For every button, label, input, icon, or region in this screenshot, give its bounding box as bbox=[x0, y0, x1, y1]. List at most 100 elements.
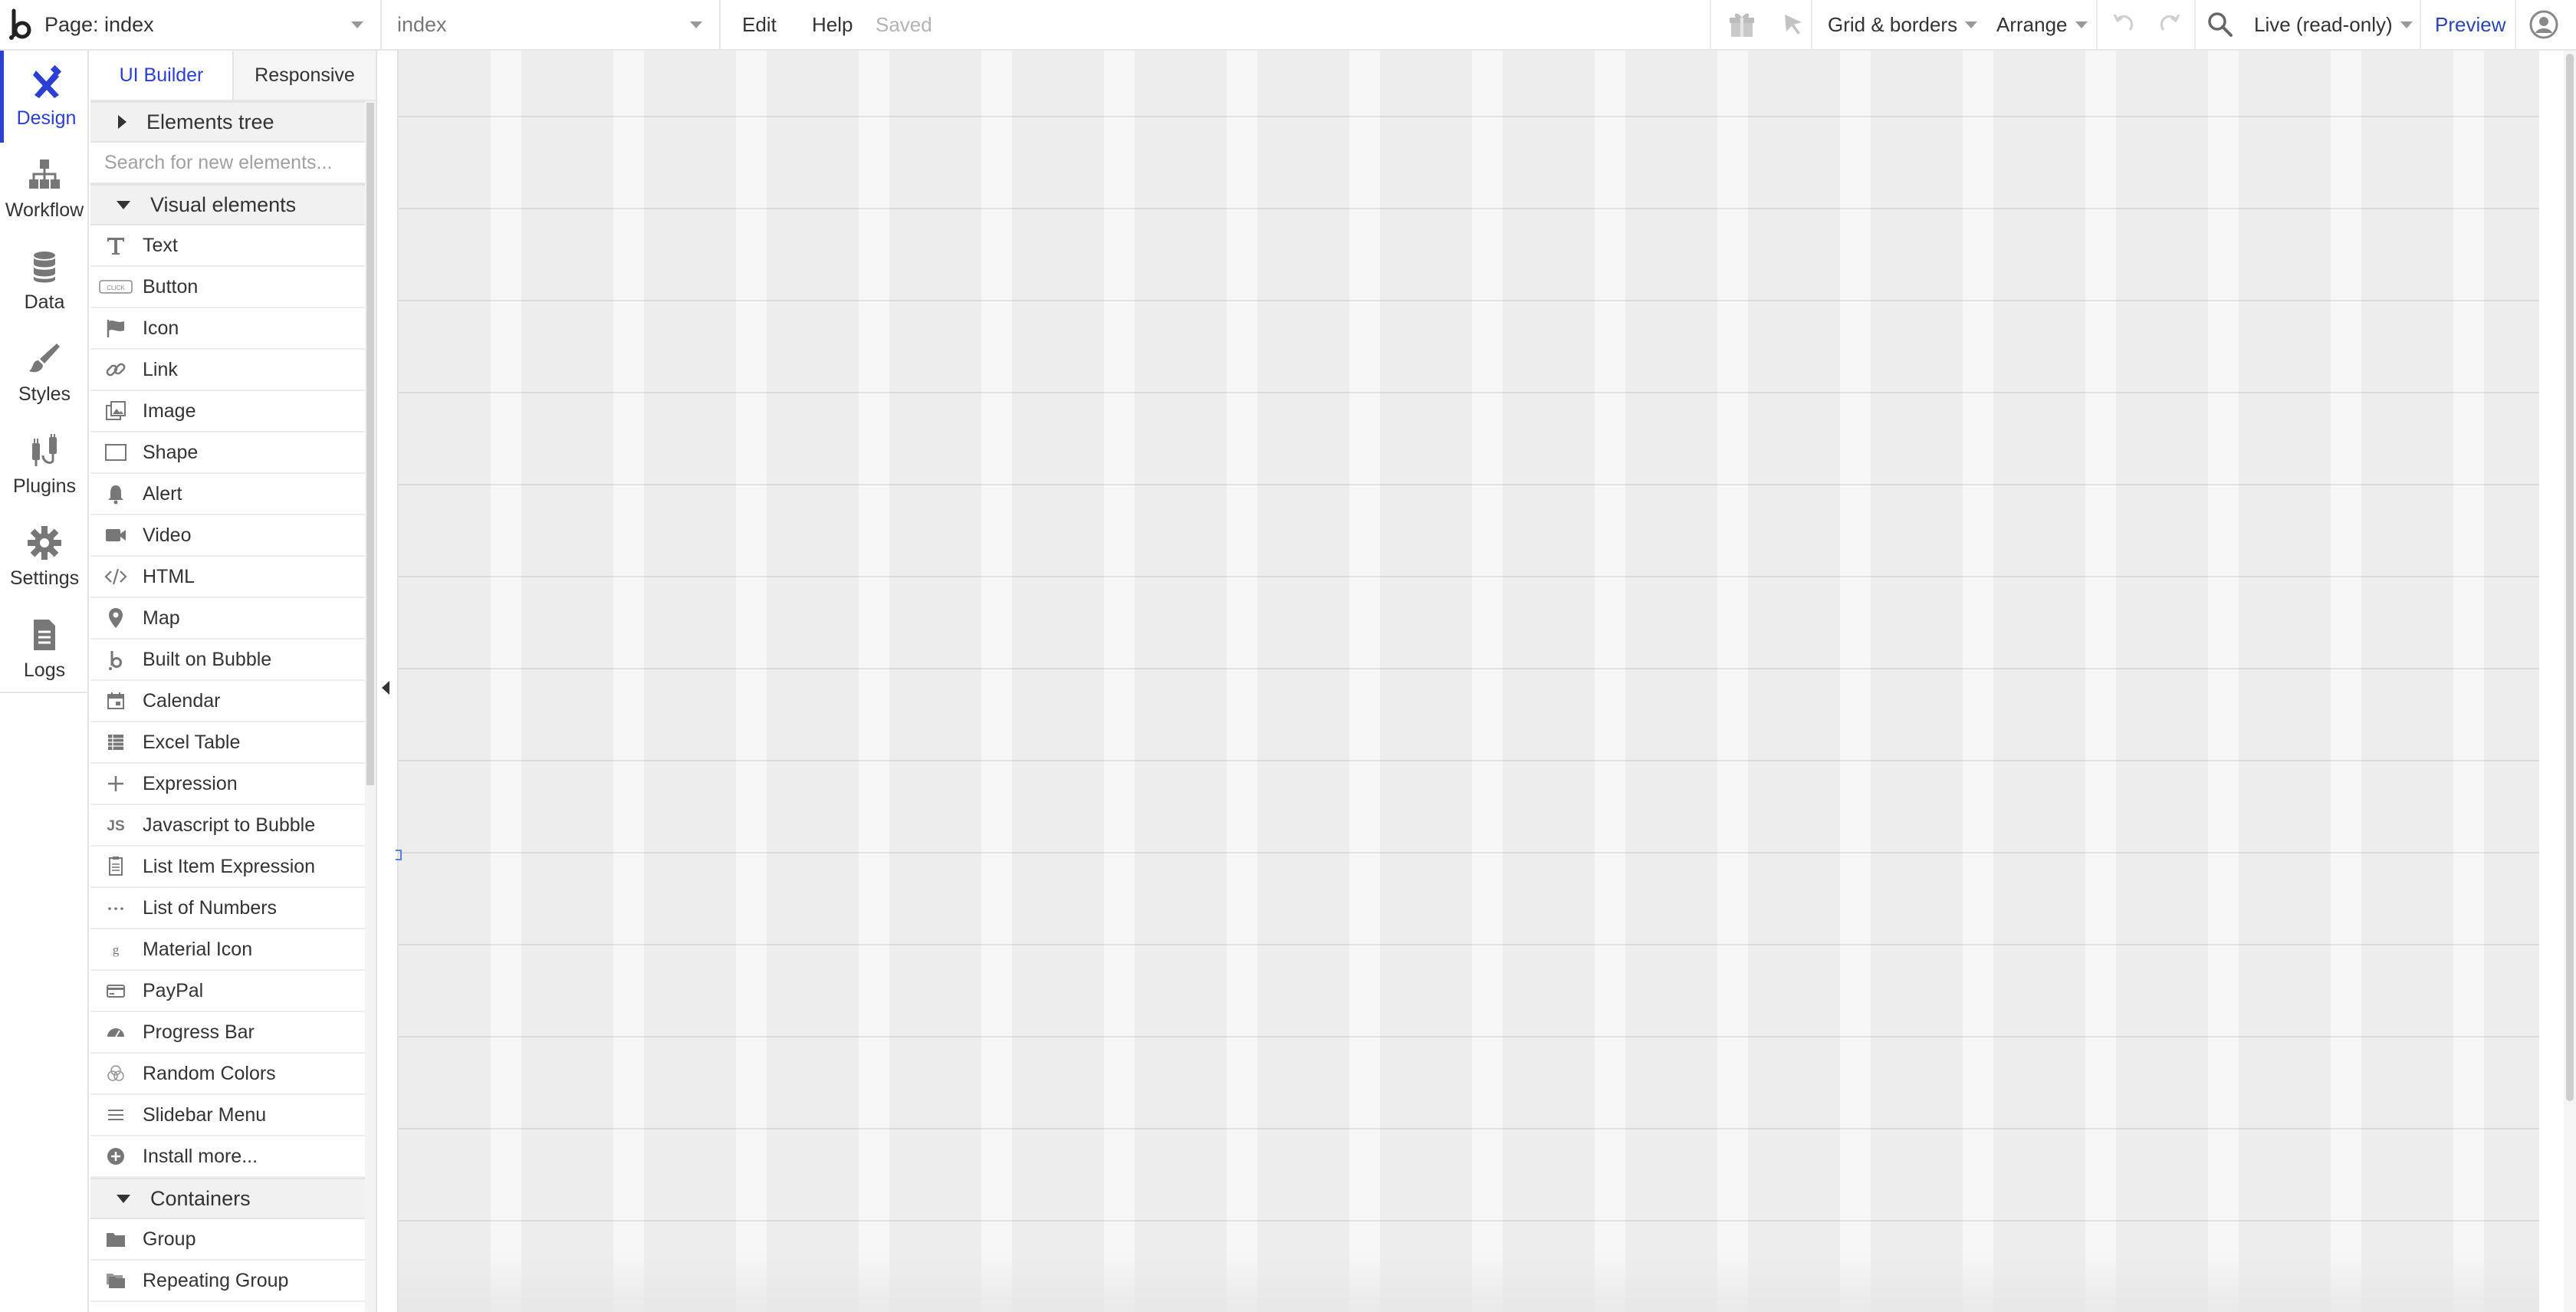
image-icon bbox=[90, 391, 141, 431]
live-mode-label: Live (read-only) bbox=[2254, 12, 2393, 36]
toolbar-divider bbox=[2515, 0, 2516, 49]
arrange-menu[interactable]: Arrange bbox=[1996, 0, 2088, 49]
nav-design[interactable]: Design bbox=[0, 51, 89, 143]
element-excel-table[interactable]: Excel Table bbox=[90, 722, 365, 764]
toolbar-divider bbox=[1811, 0, 1812, 49]
element-label: Excel Table bbox=[143, 731, 241, 753]
menu-edit[interactable]: Edit bbox=[742, 0, 777, 49]
element-built-on-bubble[interactable]: Built on Bubble bbox=[90, 640, 365, 681]
js-icon-text: JS bbox=[107, 818, 124, 834]
live-mode-menu[interactable]: Live (read-only) bbox=[2254, 0, 2413, 49]
element-label: List of Numbers bbox=[143, 896, 278, 919]
bubble-logo-icon bbox=[90, 640, 141, 679]
element-search-input[interactable] bbox=[90, 143, 365, 184]
palette-scrollbar-thumb[interactable] bbox=[366, 103, 374, 785]
element-list-of-numbers[interactable]: List of Numbers bbox=[90, 888, 365, 929]
visual-elements-label: Visual elements bbox=[150, 192, 297, 216]
nav-data[interactable]: Data bbox=[0, 235, 89, 327]
element-paypal[interactable]: PayPal bbox=[90, 971, 365, 1012]
list-doc-icon bbox=[90, 847, 141, 886]
page-dropdown[interactable]: Page: index bbox=[43, 0, 382, 49]
palette-icon bbox=[90, 1054, 141, 1093]
nav-styles[interactable]: Styles bbox=[0, 327, 89, 419]
visual-elements-header[interactable]: Visual elements bbox=[90, 184, 365, 225]
element-button[interactable]: CLICK Button bbox=[90, 267, 365, 308]
redo-icon[interactable] bbox=[2157, 0, 2183, 49]
toolbar-divider bbox=[2194, 0, 2196, 49]
element-label: Icon bbox=[143, 317, 179, 339]
element-image[interactable]: Image bbox=[90, 391, 365, 432]
folder-icon bbox=[90, 1219, 141, 1259]
nav-settings[interactable]: Settings bbox=[0, 511, 89, 603]
element-install-more[interactable]: Install more... bbox=[90, 1136, 365, 1178]
material-g-icon: g bbox=[90, 929, 141, 969]
code-icon bbox=[90, 557, 141, 597]
element-alert[interactable]: Alert bbox=[90, 474, 365, 515]
page-dropdown-label: Page: index bbox=[44, 12, 154, 36]
grid-borders-label: Grid & borders bbox=[1828, 12, 1958, 36]
element-map[interactable]: Map bbox=[90, 598, 365, 640]
element-label: Video bbox=[143, 524, 192, 546]
element-label: Repeating Group bbox=[143, 1269, 289, 1291]
nav-workflow[interactable]: Workflow bbox=[0, 143, 89, 235]
gift-icon[interactable] bbox=[1727, 0, 1757, 49]
preview-button[interactable]: Preview bbox=[2435, 0, 2505, 49]
element-expression[interactable]: Expression bbox=[90, 764, 365, 805]
page-canvas[interactable] bbox=[397, 51, 2539, 1312]
grid-borders-menu[interactable]: Grid & borders bbox=[1828, 0, 1978, 49]
element-link[interactable]: Link bbox=[90, 350, 365, 391]
profile-avatar-icon[interactable] bbox=[2528, 0, 2559, 49]
element-list-item-expression[interactable]: List Item Expression bbox=[90, 847, 365, 888]
containers-header[interactable]: Containers bbox=[90, 1178, 365, 1219]
collapse-palette-icon[interactable] bbox=[382, 681, 389, 695]
brush-icon bbox=[29, 343, 60, 372]
menu-help[interactable]: Help bbox=[812, 0, 853, 49]
element-dropdown[interactable]: index bbox=[385, 0, 721, 49]
bubble-logo-icon[interactable] bbox=[3, 0, 40, 49]
flag-icon bbox=[90, 308, 141, 348]
nav-data-label: Data bbox=[24, 291, 65, 313]
element-progress-bar[interactable]: Progress Bar bbox=[90, 1012, 365, 1054]
canvas-scrollbar-thumb[interactable] bbox=[2566, 54, 2574, 1101]
link-icon bbox=[90, 350, 141, 390]
element-label: Progress Bar bbox=[143, 1021, 255, 1043]
element-repeating-group[interactable]: Repeating Group bbox=[90, 1261, 365, 1302]
element-calendar[interactable]: Calendar bbox=[90, 681, 365, 722]
elements-tree-label: Elements tree bbox=[146, 110, 274, 133]
cursor-icon[interactable] bbox=[1780, 0, 1806, 49]
arrange-label: Arrange bbox=[1996, 12, 2068, 36]
element-shape[interactable]: Shape bbox=[90, 432, 365, 474]
element-group[interactable]: Group bbox=[90, 1219, 365, 1261]
element-javascript-to-bubble[interactable]: JS Javascript to Bubble bbox=[90, 805, 365, 847]
map-pin-icon bbox=[90, 598, 141, 638]
element-text[interactable]: Text bbox=[90, 225, 365, 267]
element-material-icon[interactable]: g Material Icon bbox=[90, 929, 365, 971]
search-icon[interactable] bbox=[2206, 0, 2234, 49]
nav-design-label: Design bbox=[16, 107, 77, 129]
nav-plugins-label: Plugins bbox=[13, 475, 76, 497]
element-palette: UI Builder Responsive Elements tree Visu… bbox=[90, 51, 376, 1312]
elements-tree-header[interactable]: Elements tree bbox=[90, 101, 365, 143]
nav-plugins[interactable]: Plugins bbox=[0, 419, 89, 511]
design-canvas[interactable] bbox=[376, 51, 2576, 1312]
design-icon bbox=[32, 64, 61, 98]
element-slidebar-menu[interactable]: Slidebar Menu bbox=[90, 1095, 365, 1136]
tab-responsive[interactable]: Responsive bbox=[234, 51, 376, 100]
element-label: Material Icon bbox=[143, 938, 253, 960]
nav-divider bbox=[0, 692, 89, 693]
card-icon bbox=[90, 971, 141, 1011]
element-random-colors[interactable]: Random Colors bbox=[90, 1054, 365, 1095]
nav-logs[interactable]: Logs bbox=[0, 603, 89, 695]
nav-workflow-label: Workflow bbox=[5, 199, 84, 221]
element-video[interactable]: Video bbox=[90, 515, 365, 557]
undo-icon[interactable] bbox=[2110, 0, 2136, 49]
element-html[interactable]: HTML bbox=[90, 557, 365, 598]
page-resize-handle[interactable] bbox=[396, 850, 402, 860]
element-icon[interactable]: Icon bbox=[90, 308, 365, 350]
text-icon bbox=[90, 225, 141, 265]
top-bar: Page: index index Edit Help Saved Grid &… bbox=[0, 0, 2576, 51]
element-label: Map bbox=[143, 607, 180, 629]
element-label: Javascript to Bubble bbox=[143, 814, 316, 836]
tab-ui-builder[interactable]: UI Builder bbox=[90, 51, 234, 100]
element-label: Button bbox=[143, 275, 199, 298]
